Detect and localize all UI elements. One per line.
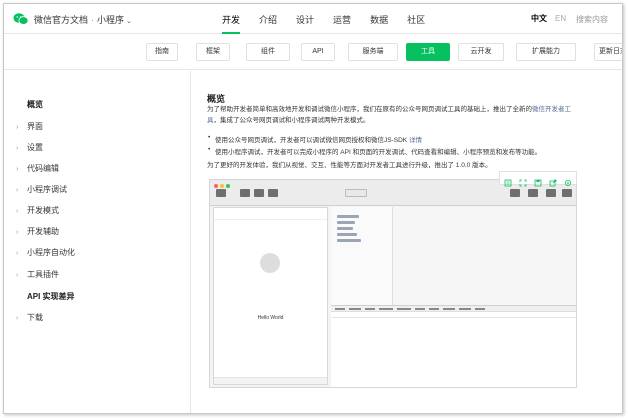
lang-zh[interactable]: 中文 bbox=[531, 14, 547, 23]
sidebar-item-3[interactable]: › 代码编辑 bbox=[16, 163, 59, 174]
sidebar-item-4[interactable]: › 小程序调试 bbox=[16, 184, 67, 195]
subtab-5[interactable]: 工具 bbox=[406, 43, 450, 61]
devtools-screenshot: Hello World bbox=[209, 179, 577, 388]
chevron-right-icon: › bbox=[16, 315, 19, 322]
editor-panel bbox=[393, 207, 576, 305]
copy-icon[interactable] bbox=[504, 174, 512, 187]
subtab-3[interactable]: API bbox=[301, 43, 335, 61]
subtab-0[interactable]: 指南 bbox=[146, 43, 178, 61]
sidebar-item-label: 开发模式 bbox=[27, 206, 59, 215]
sidebar-item-label: 概览 bbox=[27, 100, 43, 109]
intro-text: 为了帮助开发者简单和高效地开发和调试微信小程序，我们在原有的公众号网页调试工具的… bbox=[207, 106, 532, 113]
sub-tab-bar: 指南框架组件 API 服务端工具云开发扩展能力更新日志 bbox=[4, 34, 622, 70]
nav-item-0[interactable]: 开发 bbox=[222, 13, 241, 34]
chevron-right-icon: › bbox=[16, 250, 19, 257]
nav-item-1[interactable]: 介绍 bbox=[259, 13, 277, 34]
save-icon[interactable] bbox=[534, 174, 542, 187]
sidebar-item-9[interactable]: API 实现差异 bbox=[16, 291, 75, 302]
nav-item-5[interactable]: 社区 bbox=[407, 13, 425, 34]
brand[interactable]: 微信官方文档 · 小程序 ⌄ bbox=[34, 13, 132, 26]
chevron-right-icon: › bbox=[16, 166, 19, 173]
subtab-8[interactable]: 更新日志 bbox=[594, 43, 622, 61]
chevron-right-icon: › bbox=[16, 145, 19, 152]
file-tree-panel bbox=[331, 207, 393, 305]
avatar bbox=[260, 253, 280, 273]
language-switch: 中文 EN bbox=[531, 13, 566, 24]
settings-icon[interactable] bbox=[564, 174, 572, 186]
bullet-text: 使用公众号网页调试，开发者可以调试微信网页授权和微信JS-SDK bbox=[215, 137, 408, 144]
sidebar-item-label: 小程序自动化 bbox=[27, 248, 75, 257]
subtab-6[interactable]: 云开发 bbox=[458, 43, 504, 61]
sidebar-item-6[interactable]: › 开发辅助 bbox=[16, 226, 59, 237]
chevron-right-icon: › bbox=[16, 208, 19, 215]
subtab-7[interactable]: 扩展能力 bbox=[516, 43, 576, 61]
simulator-panel: Hello World bbox=[213, 207, 328, 385]
page-frame: 微信官方文档 · 小程序 ⌄ 开发 介绍 设计 运营 数据 社区 中文 EN 搜索内容 指南 框架组… bbox=[3, 3, 623, 414]
sidebar-item-1[interactable]: › 界面 bbox=[16, 121, 43, 132]
product-switcher[interactable]: 小程序 bbox=[97, 15, 124, 25]
search-input[interactable]: 搜索内容 bbox=[572, 10, 622, 28]
sidebar-item-7[interactable]: › 小程序自动化 bbox=[16, 247, 75, 258]
sidebar-item-label: 工具插件 bbox=[27, 270, 59, 279]
wechat-logo-icon[interactable] bbox=[13, 12, 29, 26]
sidebar-item-5[interactable]: › 开发模式 bbox=[16, 205, 59, 216]
sidebar-item-label: 设置 bbox=[27, 143, 43, 152]
sidebar-item-0[interactable]: 概览 bbox=[16, 99, 43, 110]
chevron-right-icon: › bbox=[16, 187, 19, 194]
brand-title[interactable]: 微信官方文档 bbox=[34, 15, 88, 25]
hello-world-text: Hello World bbox=[257, 315, 284, 321]
closing-paragraph: 为了更好的开发体验，我们从视觉、交互、性能等方面对开发者工具进行升级，推出了 1… bbox=[207, 162, 492, 169]
subtab-2[interactable]: 组件 bbox=[246, 43, 290, 61]
image-toolbar bbox=[499, 171, 577, 187]
bullet-miniprogram-debug: 使用小程序调试，开发者可以完成小程序的 API 和页面的开发调试、代码查看和编辑… bbox=[208, 146, 541, 156]
sidebar-item-label: 代码编辑 bbox=[27, 164, 59, 173]
sidebar-item-label: 小程序调试 bbox=[27, 185, 67, 194]
nav-item-2[interactable]: 设计 bbox=[296, 13, 314, 34]
sidebar-item-label: 下载 bbox=[27, 313, 43, 322]
sidebar-item-label: API 实现差异 bbox=[27, 292, 75, 301]
sidebar-item-2[interactable]: › 设置 bbox=[16, 142, 43, 153]
top-header: 微信官方文档 · 小程序 ⌄ 开发 介绍 设计 运营 数据 社区 中文 EN 搜索内容 bbox=[4, 4, 622, 34]
nav-item-4[interactable]: 数据 bbox=[370, 13, 388, 34]
share-icon[interactable] bbox=[549, 174, 557, 187]
details-link[interactable]: 详情 bbox=[409, 137, 422, 144]
bullet-web-debug: 使用公众号网页调试，开发者可以调试微信网页授权和微信JS-SDK 详情 bbox=[208, 134, 422, 144]
sidebar-item-label: 界面 bbox=[27, 122, 43, 131]
lang-en[interactable]: EN bbox=[555, 14, 566, 23]
subtab-4[interactable]: 服务端 bbox=[348, 43, 398, 61]
chevron-down-icon[interactable]: ⌄ bbox=[126, 18, 132, 25]
debugger-panel bbox=[331, 305, 576, 387]
nav-item-3[interactable]: 运营 bbox=[333, 13, 351, 34]
sidebar-item-label: 开发辅助 bbox=[27, 227, 59, 236]
simulator-status-bar bbox=[214, 208, 327, 220]
intro-text-end: ，集成了公众号网页调试和小程序调试两种开发模式。 bbox=[213, 117, 370, 124]
sidebar-item-10[interactable]: › 下载 bbox=[16, 312, 43, 323]
expand-icon[interactable] bbox=[519, 174, 527, 187]
chevron-right-icon: › bbox=[16, 272, 19, 279]
intro-paragraph: 为了帮助开发者简单和高效地开发和调试微信小程序，我们在原有的公众号网页调试工具的… bbox=[207, 104, 575, 126]
simulator-footer bbox=[214, 377, 327, 384]
main-nav: 开发 介绍 设计 运营 数据 社区 bbox=[222, 13, 444, 34]
chevron-right-icon: › bbox=[16, 229, 19, 236]
sidebar-item-8[interactable]: › 工具插件 bbox=[16, 269, 59, 280]
sidebar: 概览 › 界面 › 设置 › 代码编辑 › 小程序调试 › 开发模式 › 开发辅助 › 小程序自动化 › 工具插… bbox=[4, 71, 191, 413]
subtab-1[interactable]: 框架 bbox=[196, 43, 230, 61]
chevron-right-icon: › bbox=[16, 124, 19, 131]
